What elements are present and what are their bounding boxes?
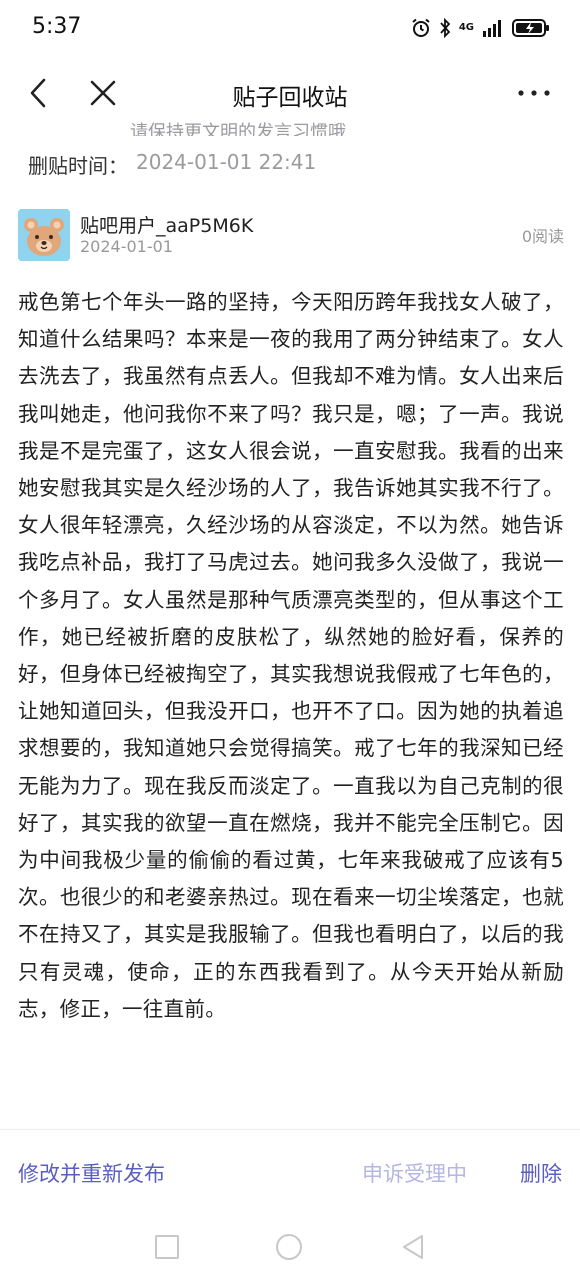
page-title: 贴子回收站 [232,85,348,111]
system-nav-bar [0,1215,580,1279]
system-back-icon[interactable] [400,1233,426,1261]
recent-apps-icon[interactable] [155,1235,179,1259]
delete-time-label: 删贴时间： [28,154,128,178]
status-icons: 4G [411,16,550,40]
action-bar: 修改并重新发布 申诉受理中 删除 [0,1150,580,1194]
author-row: 贴吧用户_aaP5M6K 2024-01-01 0阅读 [18,207,564,261]
status-bar: 5:37 4G [0,0,580,58]
delete-time-value: 2024-01-01 22:41 [136,150,317,174]
civility-notice: 请保持更文明的发言习惯哦 [130,122,346,136]
alarm-icon [412,18,430,37]
post-content: 戒色第七个年头一路的坚持，今天阳历跨年我找女人破了，知道什么结果吗？本来是一夜的… [18,290,564,1021]
network-type: 4G [458,22,474,33]
delete-time-row: 删贴时间： 2024-01-01 22:41 [28,150,316,179]
delete-button[interactable]: 删除 [520,1158,562,1188]
post-date: 2024-01-01 [80,237,173,256]
home-icon[interactable] [276,1234,302,1260]
battery-icon [512,19,549,37]
bluetooth-icon [440,18,451,38]
signal-icon [483,20,501,37]
read-count: 0阅读 [521,227,564,246]
divider [0,1129,580,1130]
avatar[interactable] [18,209,70,261]
more-icon[interactable] [516,78,552,108]
status-time: 5:37 [32,14,82,39]
appeal-status-button: 申诉受理中 [362,1162,467,1186]
bear-avatar-icon [18,209,70,261]
author-name[interactable]: 贴吧用户_aaP5M6K [80,211,253,238]
republish-button[interactable]: 修改并重新发布 [18,1158,165,1188]
